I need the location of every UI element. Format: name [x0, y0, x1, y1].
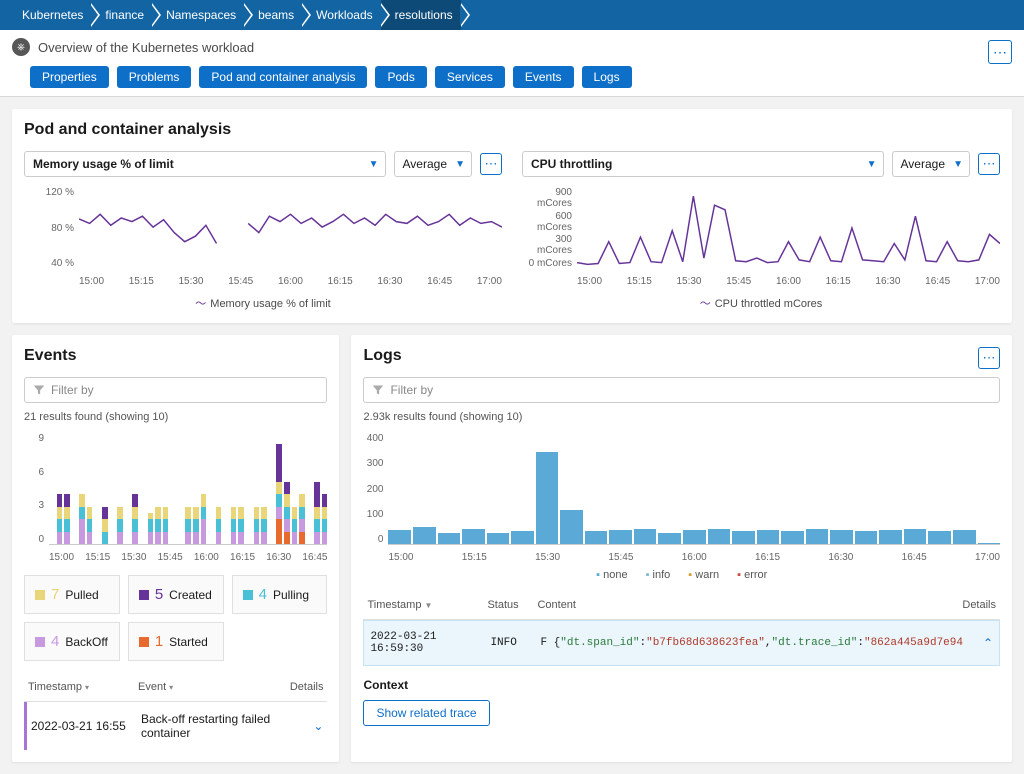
log-row-timestamp: 2022-03-21 16:59:30: [370, 631, 490, 655]
events-table-header: Timestamp▾ Event▾ Details: [24, 673, 327, 702]
memory-legend: 〜Memory usage % of limit: [24, 295, 502, 311]
memory-chart-menu[interactable]: ⋯: [480, 153, 502, 175]
breadcrumb-finance[interactable]: finance: [91, 0, 152, 30]
page-header: ⎈ Overview of the Kubernetes workload ⋯ …: [0, 30, 1024, 97]
show-trace-button[interactable]: Show related trace: [363, 700, 489, 726]
logs-results-count: 2.93k results found (showing 10): [363, 411, 1000, 423]
cpu-legend: 〜CPU throttled mCores: [522, 295, 1000, 311]
event-legend-created[interactable]: 5Created: [128, 575, 224, 614]
memory-agg-select[interactable]: Average▼: [394, 151, 472, 177]
tab-events[interactable]: Events: [513, 66, 574, 88]
page-title: Overview of the Kubernetes workload: [38, 40, 254, 55]
tab-logs[interactable]: Logs: [582, 66, 632, 88]
collapse-row-icon[interactable]: ⌃: [983, 637, 993, 651]
log-legend-info[interactable]: info: [646, 569, 671, 581]
events-title: Events: [24, 347, 327, 365]
memory-metric-select[interactable]: Memory usage % of limit▼: [24, 151, 386, 177]
memory-chart: Memory usage % of limit▼ Average▼ ⋯ 120 …: [24, 151, 502, 311]
section-tabs: Properties Problems Pod and container an…: [30, 66, 1012, 88]
cpu-metric-select[interactable]: CPU throttling▼: [522, 151, 884, 177]
event-row-message: Back-off restarting failed container: [141, 712, 273, 740]
events-bar-chart: 9630 15:0015:1515:3015:4516:0016:1516:30…: [24, 433, 327, 563]
logs-filter-placeholder: Filter by: [390, 383, 433, 397]
breadcrumb-namespaces[interactable]: Namespaces: [152, 0, 244, 30]
event-legend-backoff[interactable]: 4BackOff: [24, 622, 120, 661]
logs-card-menu[interactable]: ⋯: [978, 347, 1000, 369]
breadcrumb: Kubernetes finance Namespaces beams Work…: [0, 0, 1024, 30]
log-legend-warn[interactable]: warn: [688, 569, 719, 581]
logs-table-row[interactable]: 2022-03-21 16:59:30 INFO F {"dt.span_id"…: [363, 620, 1000, 666]
logs-col-timestamp[interactable]: Timestamp ▼: [367, 599, 487, 611]
memory-line-plot: [79, 187, 502, 269]
breadcrumb-workloads[interactable]: Workloads: [302, 0, 380, 30]
log-row-status: INFO: [490, 637, 540, 649]
logs-legend: none info warn error: [363, 569, 1000, 581]
events-filter-input[interactable]: Filter by: [24, 377, 327, 403]
tab-services[interactable]: Services: [435, 66, 505, 88]
analysis-title: Pod and container analysis: [24, 121, 1000, 139]
chevron-down-icon: ▼: [953, 159, 963, 170]
logs-context-title: Context: [363, 678, 1000, 692]
tab-properties[interactable]: Properties: [30, 66, 109, 88]
events-col-timestamp[interactable]: Timestamp▾: [28, 681, 138, 693]
events-filter-placeholder: Filter by: [51, 383, 94, 397]
log-legend-none[interactable]: none: [596, 569, 627, 581]
cpu-chart: CPU throttling▼ Average▼ ⋯ 900 mCores600…: [522, 151, 1000, 311]
cpu-chart-menu[interactable]: ⋯: [978, 153, 1000, 175]
logs-col-details: Details: [946, 599, 996, 611]
logs-title: Logs: [363, 347, 1000, 365]
logs-col-status[interactable]: Status: [487, 599, 537, 611]
logs-col-content[interactable]: Content: [537, 599, 946, 611]
expand-row-icon[interactable]: ⌄: [313, 719, 323, 733]
event-legend-pulled[interactable]: 7Pulled: [24, 575, 120, 614]
events-col-event[interactable]: Event▾: [138, 681, 273, 693]
event-legend-started[interactable]: 1Started: [128, 622, 224, 661]
events-card: Events Filter by 21 results found (showi…: [12, 335, 339, 762]
header-menu-button[interactable]: ⋯: [988, 40, 1012, 64]
event-legend-pulling[interactable]: 4Pulling: [232, 575, 328, 614]
cpu-y-axis: 900 mCores600 mCores300 mCores0 mCores: [522, 187, 572, 269]
breadcrumb-kubernetes[interactable]: Kubernetes: [8, 0, 91, 30]
logs-card: ⋯ Logs Filter by 2.93k results found (sh…: [351, 335, 1012, 762]
logs-bar-chart: 4003002001000 15:0015:1515:3015:4516:001…: [363, 433, 1000, 563]
logs-filter-input[interactable]: Filter by: [363, 377, 1000, 403]
filter-icon: [372, 384, 384, 396]
breadcrumb-resolutions[interactable]: resolutions: [381, 0, 461, 30]
memory-x-axis: 15:0015:1515:3015:4516:0016:1516:3016:45…: [79, 276, 502, 287]
tab-pods[interactable]: Pods: [375, 66, 426, 88]
chevron-down-icon: ▼: [455, 159, 465, 170]
logs-table-header: Timestamp ▼ Status Content Details: [363, 591, 1000, 620]
events-table-row[interactable]: 2022-03-21 16:55 Back-off restarting fai…: [24, 702, 327, 750]
event-row-timestamp: 2022-03-21 16:55: [31, 719, 141, 733]
events-col-details: Details: [273, 681, 323, 693]
chevron-down-icon: ▼: [369, 159, 379, 170]
analysis-card: Pod and container analysis Memory usage …: [12, 109, 1012, 323]
cpu-agg-select[interactable]: Average▼: [892, 151, 970, 177]
log-legend-error[interactable]: error: [737, 569, 767, 581]
kubernetes-icon: ⎈: [12, 38, 30, 56]
tab-pod-analysis[interactable]: Pod and container analysis: [199, 66, 367, 88]
filter-icon: [33, 384, 45, 396]
log-row-content: F {"dt.span_id":"b7fb68d638623fea","dt.t…: [540, 637, 963, 649]
cpu-line-plot: [577, 187, 1000, 269]
chevron-down-icon: ▼: [867, 159, 877, 170]
memory-y-axis: 120 %80 %40 %: [24, 187, 74, 269]
tab-problems[interactable]: Problems: [117, 66, 192, 88]
cpu-x-axis: 15:0015:1515:3015:4516:0016:1516:3016:45…: [577, 276, 1000, 287]
events-results-count: 21 results found (showing 10): [24, 411, 327, 423]
events-legend: 7Pulled5Created4Pulling 4BackOff1Started: [24, 575, 327, 661]
